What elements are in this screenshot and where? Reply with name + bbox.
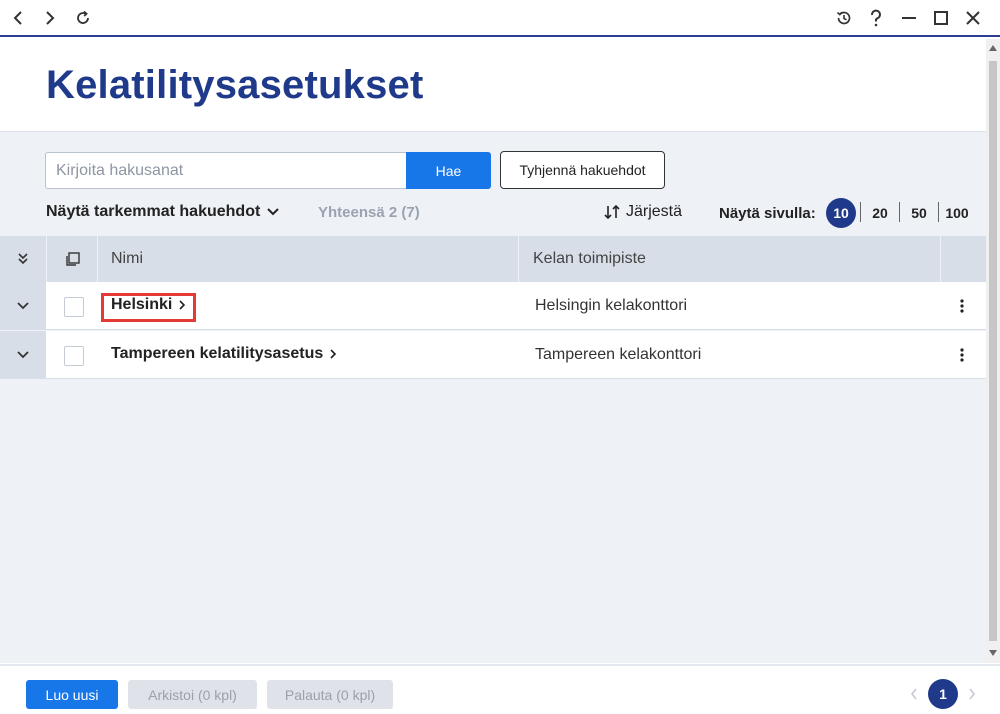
row-name: Helsinki bbox=[111, 296, 173, 313]
column-divider bbox=[97, 236, 98, 282]
row-checkbox[interactable] bbox=[64, 297, 84, 317]
clear-search-button[interactable]: Tyhjennä hakuehdot bbox=[500, 151, 665, 189]
row-name: Tampereen kelatilitysasetus bbox=[111, 345, 324, 362]
back-icon[interactable] bbox=[6, 6, 30, 30]
per-page-divider bbox=[899, 202, 900, 222]
column-divider bbox=[518, 236, 519, 282]
more-options-icon[interactable] bbox=[952, 343, 972, 367]
window-toolbar bbox=[0, 0, 1000, 37]
sort-label: Järjestä bbox=[626, 203, 683, 220]
forward-icon[interactable] bbox=[38, 6, 62, 30]
current-page[interactable]: 1 bbox=[928, 679, 958, 709]
history-icon[interactable] bbox=[832, 6, 856, 30]
row-expand-icon[interactable] bbox=[0, 282, 46, 330]
help-icon[interactable] bbox=[864, 6, 888, 30]
search-button[interactable]: Hae bbox=[406, 152, 491, 189]
maximize-icon[interactable] bbox=[929, 6, 953, 30]
next-page-icon[interactable] bbox=[964, 684, 980, 704]
scroll-down-icon[interactable] bbox=[989, 650, 997, 656]
per-page-option-10[interactable]: 10 bbox=[826, 198, 856, 228]
chevron-right-icon bbox=[330, 349, 337, 359]
row-office: Helsingin kelakonttori bbox=[535, 297, 688, 314]
per-page-divider bbox=[860, 202, 861, 222]
archive-button[interactable]: Arkistoi (0 kpl) bbox=[128, 680, 257, 709]
row-name-link[interactable]: Tampereen kelatilitysasetus bbox=[111, 345, 337, 363]
sort-button[interactable]: Järjestä bbox=[602, 203, 682, 221]
per-page-option-20[interactable]: 20 bbox=[868, 198, 892, 228]
content-area: Hae Tyhjennä hakuehdot Näytä tarkemmat h… bbox=[0, 131, 986, 663]
select-all-icon[interactable] bbox=[50, 236, 96, 282]
column-header-office[interactable]: Kelan toimipiste bbox=[533, 236, 646, 282]
search-field[interactable] bbox=[45, 152, 407, 189]
advanced-search-label: Näytä tarkemmat hakuehdot bbox=[46, 203, 261, 220]
minimize-icon[interactable] bbox=[897, 6, 921, 30]
per-page-option-100[interactable]: 100 bbox=[943, 198, 971, 228]
previous-page-icon[interactable] bbox=[906, 684, 922, 704]
per-page-divider bbox=[938, 202, 939, 222]
page-header: Kelatilitysasetukset bbox=[0, 39, 986, 131]
chevron-right-icon bbox=[179, 300, 186, 310]
chevron-down-icon bbox=[267, 208, 280, 216]
result-total: Yhteensä 2 (7) bbox=[318, 204, 420, 221]
refresh-icon[interactable] bbox=[71, 6, 95, 30]
scroll-up-icon[interactable] bbox=[989, 45, 997, 51]
search-input[interactable] bbox=[46, 153, 407, 188]
per-page-label: Näytä sivulla: bbox=[719, 205, 816, 222]
advanced-search-toggle[interactable]: Näytä tarkemmat hakuehdot bbox=[46, 203, 280, 221]
row-name-link[interactable]: Helsinki bbox=[111, 296, 186, 314]
expand-all-icon[interactable] bbox=[0, 236, 46, 282]
column-header-name[interactable]: Nimi bbox=[111, 236, 143, 282]
column-divider bbox=[940, 236, 941, 282]
scrollbar-thumb[interactable] bbox=[989, 61, 997, 641]
restore-button[interactable]: Palauta (0 kpl) bbox=[267, 680, 393, 709]
row-checkbox[interactable] bbox=[64, 346, 84, 366]
table-row[interactable]: Tampereen kelatilitysasetus Tampereen ke… bbox=[0, 331, 986, 379]
per-page-option-50[interactable]: 50 bbox=[907, 198, 931, 228]
footer-bar: Luo uusi Arkistoi (0 kpl) Palauta (0 kpl… bbox=[0, 664, 1000, 714]
create-new-button[interactable]: Luo uusi bbox=[26, 680, 118, 709]
row-expand-icon[interactable] bbox=[0, 331, 46, 379]
row-office: Tampereen kelakonttori bbox=[535, 346, 702, 363]
close-icon[interactable] bbox=[961, 6, 985, 30]
vertical-scrollbar[interactable] bbox=[986, 39, 1000, 663]
more-options-icon[interactable] bbox=[952, 294, 972, 318]
sort-icon bbox=[604, 204, 620, 220]
table-header: Nimi Kelan toimipiste bbox=[0, 236, 986, 282]
page-title: Kelatilitysasetukset bbox=[46, 63, 424, 107]
table-row[interactable]: Helsinki Helsingin kelakonttori bbox=[0, 282, 986, 330]
column-divider bbox=[46, 236, 47, 282]
